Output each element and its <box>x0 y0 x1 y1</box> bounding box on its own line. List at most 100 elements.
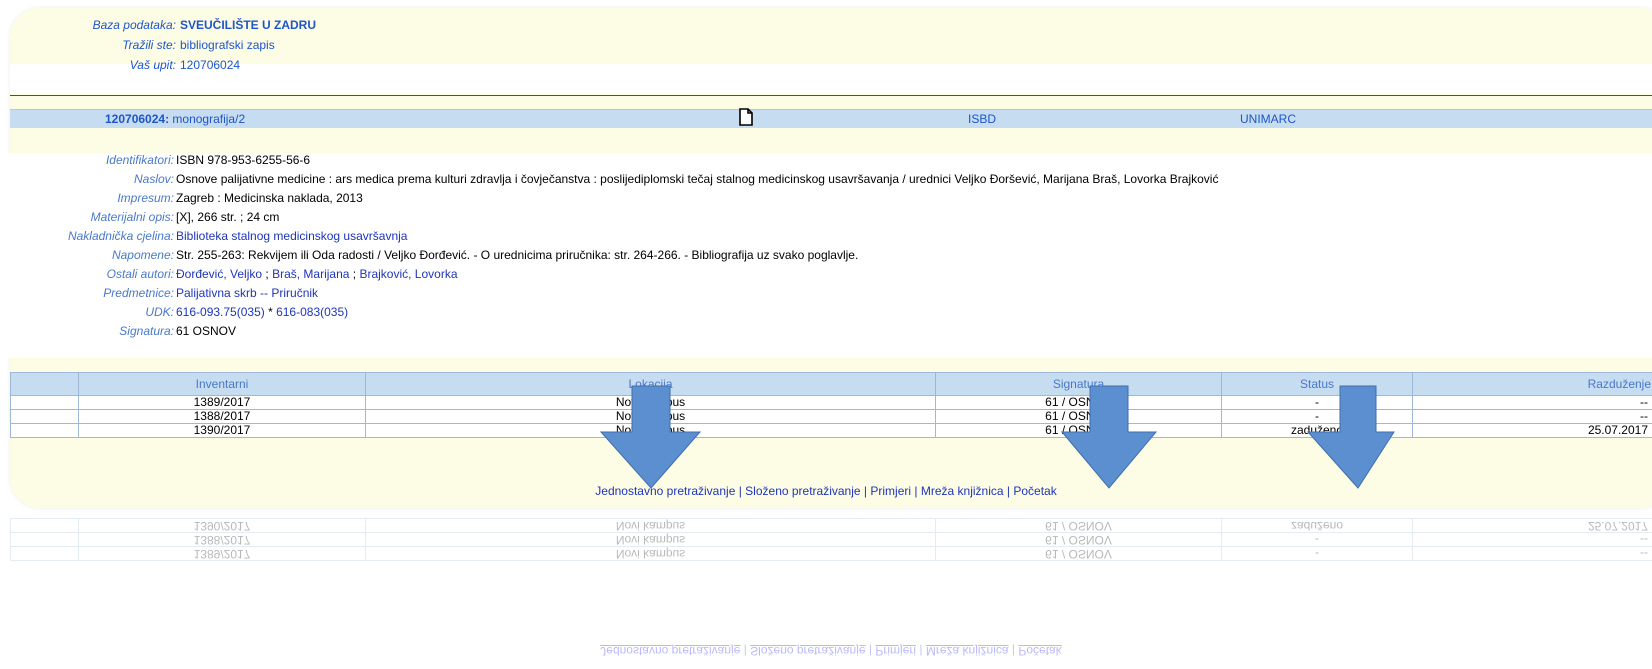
table-cell: 61 / OSNOV <box>935 409 1222 424</box>
field-row: Identifikatori: ISBN 978-953-6255-56-6 <box>0 153 1652 172</box>
searched-label: Tražili ste: <box>122 38 176 52</box>
table-cell: Novi kampus <box>365 423 936 438</box>
table-cell: 1388/2017 <box>78 409 366 424</box>
field-row: Ostali autori: Đorđević, Veljko ; Braš, M… <box>0 267 1652 286</box>
field-value: Zagreb : Medicinska naklada, 2013 <box>176 191 363 205</box>
field-separator: ; <box>262 267 273 281</box>
field-row: Predmetnice: Palijativna skrb -- Priručni… <box>0 286 1652 305</box>
table-cell: Novi kampus <box>365 518 936 533</box>
reflection-link: Složeno pretraživanje <box>750 644 866 658</box>
reflection-link: Primjeri <box>875 644 917 658</box>
holdings-header-row: Inventarni Lokacija Signatura Status Razduže… <box>10 372 1652 396</box>
holdings-table: Inventarni Lokacija Signatura Status Razduže… <box>10 372 1652 438</box>
column-header <box>10 372 79 396</box>
field-label: Signatura: <box>119 324 174 338</box>
field-label: Identifikatori: <box>105 153 174 167</box>
unimarc-link[interactable]: UNIMARC <box>1240 112 1296 126</box>
reflection-link: Jednostavno pretraživanje <box>600 644 741 658</box>
field-link[interactable]: Đorđević, Veljko <box>176 267 262 281</box>
table-cell: Novi kampus <box>365 546 936 561</box>
field-label: Materijalni opis: <box>90 210 174 224</box>
field-label: Impresum: <box>117 191 174 205</box>
footer-link[interactable]: Primjeri <box>870 484 911 498</box>
footer-link[interactable]: Složeno pretraživanje <box>745 484 860 498</box>
table-cell: Novi kampus <box>365 395 936 410</box>
footer-separator: | <box>916 644 926 658</box>
table-cell <box>10 409 79 424</box>
field-label: Ostali autori: <box>106 267 174 281</box>
table-row: 1389/2017 Novi kampus 61 / OSNOV - -- <box>10 395 1652 410</box>
footer-link[interactable]: Početak <box>1013 484 1056 498</box>
column-header: Signatura <box>935 372 1222 396</box>
table-row: 1388/2017 Novi kampus 61 / OSNOV - -- <box>10 532 1652 547</box>
query-label: Vaš upit: <box>129 58 176 72</box>
column-header: Lokacija <box>365 372 936 396</box>
field-separator: ; <box>349 267 360 281</box>
footer-separator: | <box>860 484 871 498</box>
field-row: Naslov: Osnove palijativne medicine : ars… <box>0 172 1652 191</box>
table-cell <box>10 518 79 533</box>
footer-separator: | <box>1008 644 1019 658</box>
table-cell: 1389/2017 <box>78 546 366 561</box>
record-id-type: 120706024: monografija/2 <box>105 112 245 126</box>
table-cell: 1390/2017 <box>78 423 366 438</box>
field-row: Materijalni opis: [X], 266 str. ; 24 cm <box>0 210 1652 229</box>
table-cell: zaduženo <box>1221 423 1413 438</box>
field-label: Nakladnička cjelina: <box>67 229 174 243</box>
table-cell <box>10 532 79 547</box>
table-cell: -- <box>1412 532 1652 547</box>
page-reflection: Jednostavno pretraživanje | Složeno pret… <box>10 510 1652 669</box>
table-cell: 61 / OSNOV <box>935 546 1222 561</box>
table-cell: Novi kampus <box>365 532 936 547</box>
record-id: 120706024: <box>105 112 170 126</box>
field-value: Osnove palijativne medicine : ars medica… <box>176 172 1219 186</box>
field-value: Str. 255-263: Rekvijem ili Oda radosti /… <box>176 248 859 262</box>
field-link[interactable]: Braš, Marijana <box>272 267 349 281</box>
table-cell: 61 / OSNOV <box>935 532 1222 547</box>
field-link[interactable]: Biblioteka stalnog medicinskog usavršavn… <box>176 229 407 243</box>
table-cell: -- <box>1412 395 1652 410</box>
table-cell: - <box>1221 546 1413 561</box>
field-label: UDK: <box>145 305 174 319</box>
field-row: UDK: 616-093.75(035) * 616-083(035) <box>0 305 1652 324</box>
field-row: Nakladnička cjelina: Biblioteka stalnog m… <box>0 229 1652 248</box>
field-link[interactable]: 616-093.75(035) <box>176 305 265 319</box>
column-header: Razduženje <box>1412 372 1652 396</box>
table-cell: 1388/2017 <box>78 532 366 547</box>
reflection-link: Mreža knjižnica <box>925 644 1009 658</box>
database-label: Baza podataka: <box>92 18 176 32</box>
field-row: Impresum: Zagreb : Medicinska naklada, 20… <box>0 191 1652 210</box>
table-cell: 1389/2017 <box>78 395 366 410</box>
field-label: Predmetnice: <box>103 286 174 300</box>
document-icon[interactable] <box>738 108 754 126</box>
field-value: 616-093.75(035) * 616-083(035) <box>176 305 348 319</box>
query-row-searched: Tražili ste: bibliografski zapis <box>0 36 1652 56</box>
footer-separator: | <box>740 644 751 658</box>
table-cell <box>10 546 79 561</box>
record-fields: Identifikatori: ISBN 978-953-6255-56-6 Nas… <box>0 153 1652 358</box>
reflection-link: Početak <box>1018 644 1062 658</box>
searched-value: bibliografski zapis <box>180 38 275 52</box>
table-cell: 61 / OSNOV <box>935 395 1222 410</box>
table-cell: 25.07.2017 <box>1412 423 1652 438</box>
footer-nav: Jednostavno pretraživanje | Složeno pret… <box>0 484 1652 498</box>
field-value: 61 OSNOV <box>176 324 237 338</box>
footer-link[interactable]: Mreža knjižnica <box>921 484 1004 498</box>
field-row: Napomene: Str. 255-263: Rekvijem ili Oda … <box>0 248 1652 267</box>
table-cell: - <box>1221 409 1413 424</box>
divider-line <box>10 95 1652 96</box>
table-cell: - <box>1221 532 1413 547</box>
footer-link[interactable]: Jednostavno pretraživanje <box>595 484 735 498</box>
isbd-link[interactable]: ISBD <box>968 112 996 126</box>
field-label: Naslov: <box>133 172 174 186</box>
field-link[interactable]: Palijativna skrb -- Priručnik <box>176 286 318 300</box>
field-link[interactable]: 616-083(035) <box>276 305 348 319</box>
field-separator: * <box>264 305 277 319</box>
table-cell: -- <box>1412 546 1652 561</box>
field-link[interactable]: Brajković, Lovorka <box>359 267 457 281</box>
record-header: 120706024: monografija/2 ISBD UNIMARC <box>10 108 1652 128</box>
field-label: Napomene: <box>111 248 174 262</box>
table-cell <box>10 423 79 438</box>
table-cell: 61 / OSNOV <box>935 518 1222 533</box>
table-cell: 25.07.2017 <box>1412 518 1652 533</box>
